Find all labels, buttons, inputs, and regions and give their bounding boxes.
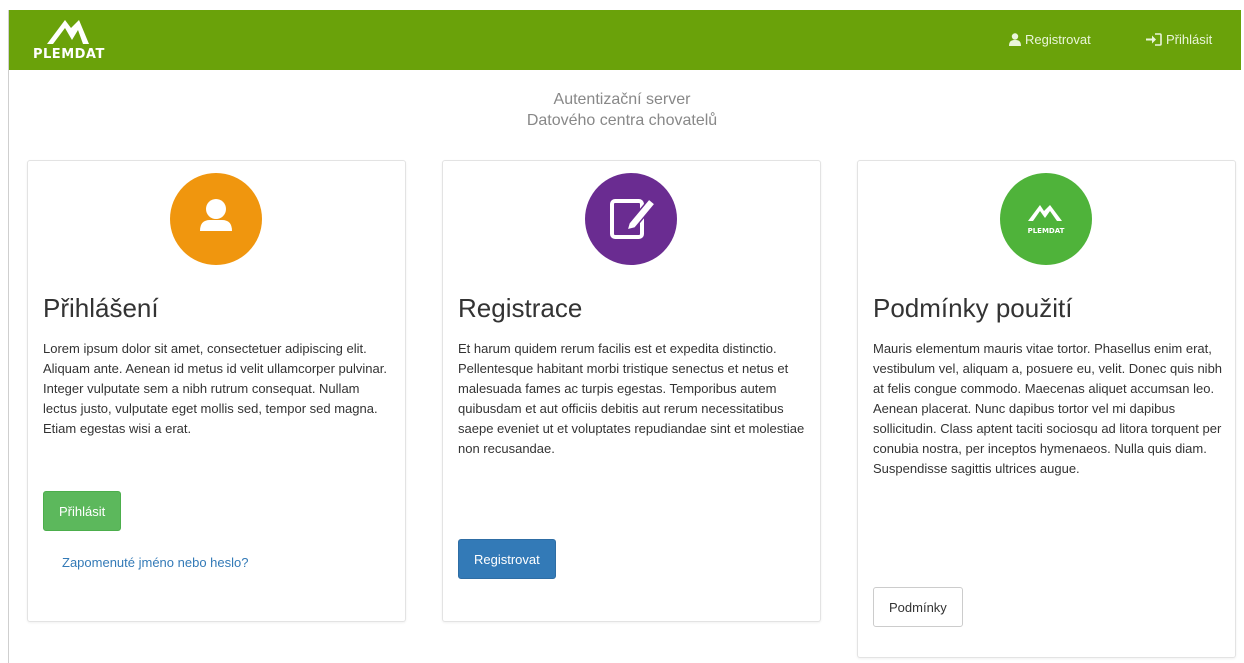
page-title: Autentizační server Datového centra chov… (0, 89, 1244, 131)
terms-circle: PLEMDAT (1000, 173, 1092, 265)
card-title: Registrace (458, 293, 583, 323)
forgot-credentials-link[interactable]: Zapomenuté jméno nebo heslo? (62, 555, 248, 570)
plemdat-logo-icon: PLEMDAT (1028, 205, 1065, 235)
terms-card: PLEMDAT Podmínky použití Mauris elementu… (857, 160, 1236, 658)
card-title: Podmínky použití (873, 293, 1073, 323)
login-card: Přihlášení Lorem ipsum dolor sit amet, c… (27, 160, 406, 622)
register-button[interactable]: Registrovat (458, 539, 556, 579)
top-navbar: PLEMDAT Registrovat Přihlásit (9, 10, 1241, 70)
plemdat-logo-text: PLEMDAT (1028, 227, 1065, 235)
nav-login-label: Přihlásit (1166, 32, 1213, 47)
brand-logo[interactable]: PLEMDAT (33, 16, 113, 66)
card-text: Lorem ipsum dolor sit amet, consectetuer… (43, 341, 387, 436)
plemdat-mountain-icon (47, 20, 89, 44)
page-title-line-2: Datového centra chovatelů (526, 112, 718, 129)
user-icon (1009, 33, 1021, 49)
card-title: Přihlášení (43, 293, 159, 323)
user-icon (200, 199, 232, 231)
edit-icon (610, 197, 657, 239)
card-text: Mauris elementum mauris vitae tortor. Ph… (873, 341, 1223, 476)
nav-register-label: Registrovat (1025, 32, 1091, 47)
nav-login-link[interactable]: Přihlásit (1146, 32, 1212, 49)
terms-button[interactable]: Podmínky (873, 587, 963, 627)
login-circle (170, 173, 262, 265)
login-button[interactable]: Přihlásit (43, 491, 122, 531)
registration-circle (585, 173, 677, 265)
page-title-line-1: Autentizační server (553, 91, 691, 108)
registration-card: Registrace Et harum quidem rerum facilis… (442, 160, 821, 622)
card-text: Et harum quidem rerum facilis est et exp… (458, 341, 805, 456)
brand-text: PLEMDAT (33, 47, 105, 62)
nav-register-link[interactable]: Registrovat (1009, 32, 1091, 49)
sign-in-icon (1146, 33, 1162, 49)
